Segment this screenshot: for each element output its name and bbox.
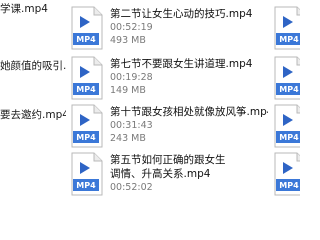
mp4-file-icon: MP4 [69,104,105,148]
file-duration: 00:52:02 [110,182,153,193]
mp4-icon-label: MP4 [279,181,299,190]
file-name-left-1[interactable]: 学课.mp4 [0,3,48,16]
mp4-icon-label: MP4 [279,35,299,44]
file-name: 第五节如何正确的跟女生调情、升高关系.mp4 [110,154,226,180]
file-name: 第十节跟女孩相处就像放风筝.mp4 [110,106,268,118]
file-size: 149 MB [110,85,146,96]
file-tile[interactable]: MP4 第五节如何正确的跟女生调情、升高关系.mp4 00:52:02 [66,151,266,199]
file-duration: 00:52:19 [110,22,153,33]
file-list-pane: 学课.mp4 她颜值的吸引. 要去邀约.mp4 MP4 第二节让女生心动的技巧.… [0,0,300,200]
mp4-icon-label: MP4 [76,133,96,142]
file-name-left-3[interactable]: 要去邀约.mp4 [0,109,66,122]
file-name: 第二节让女生心动的技巧.mp4 [110,8,253,20]
file-name: 第七节不要跟女生讲道理.mp4 [110,58,253,70]
file-duration: 00:31:43 [110,120,153,131]
mp4-icon-label: MP4 [76,35,96,44]
mp4-file-icon: MP4 [69,152,105,196]
mp4-icon-label: MP4 [279,133,299,142]
file-tile[interactable]: MP4 第二节让女生心动的技巧.mp4 00:52:19 493 MB [66,5,266,53]
file-size: 493 MB [110,35,146,46]
mp4-file-icon: MP4 [69,56,105,100]
mp4-file-icon[interactable]: MP4 [272,104,300,148]
mp4-icon-label: MP4 [76,181,96,190]
file-duration: 00:19:28 [110,72,153,83]
mp4-file-icon[interactable]: MP4 [272,56,300,100]
file-tile[interactable]: MP4 第十节跟女孩相处就像放风筝.mp4 00:31:43 243 MB [66,103,268,151]
file-size: 243 MB [110,133,146,144]
left-file-column: 学课.mp4 她颜值的吸引. 要去邀约.mp4 [0,0,66,200]
mp4-icon-label: MP4 [279,85,299,94]
file-tile[interactable]: MP4 第七节不要跟女生讲道理.mp4 00:19:28 149 MB [66,55,266,103]
mp4-file-icon: MP4 [69,6,105,50]
file-name-left-2[interactable]: 她颜值的吸引. [0,60,66,73]
mp4-file-icon[interactable]: MP4 [272,6,300,50]
mp4-icon-label: MP4 [76,85,96,94]
mp4-file-icon[interactable]: MP4 [272,152,300,196]
